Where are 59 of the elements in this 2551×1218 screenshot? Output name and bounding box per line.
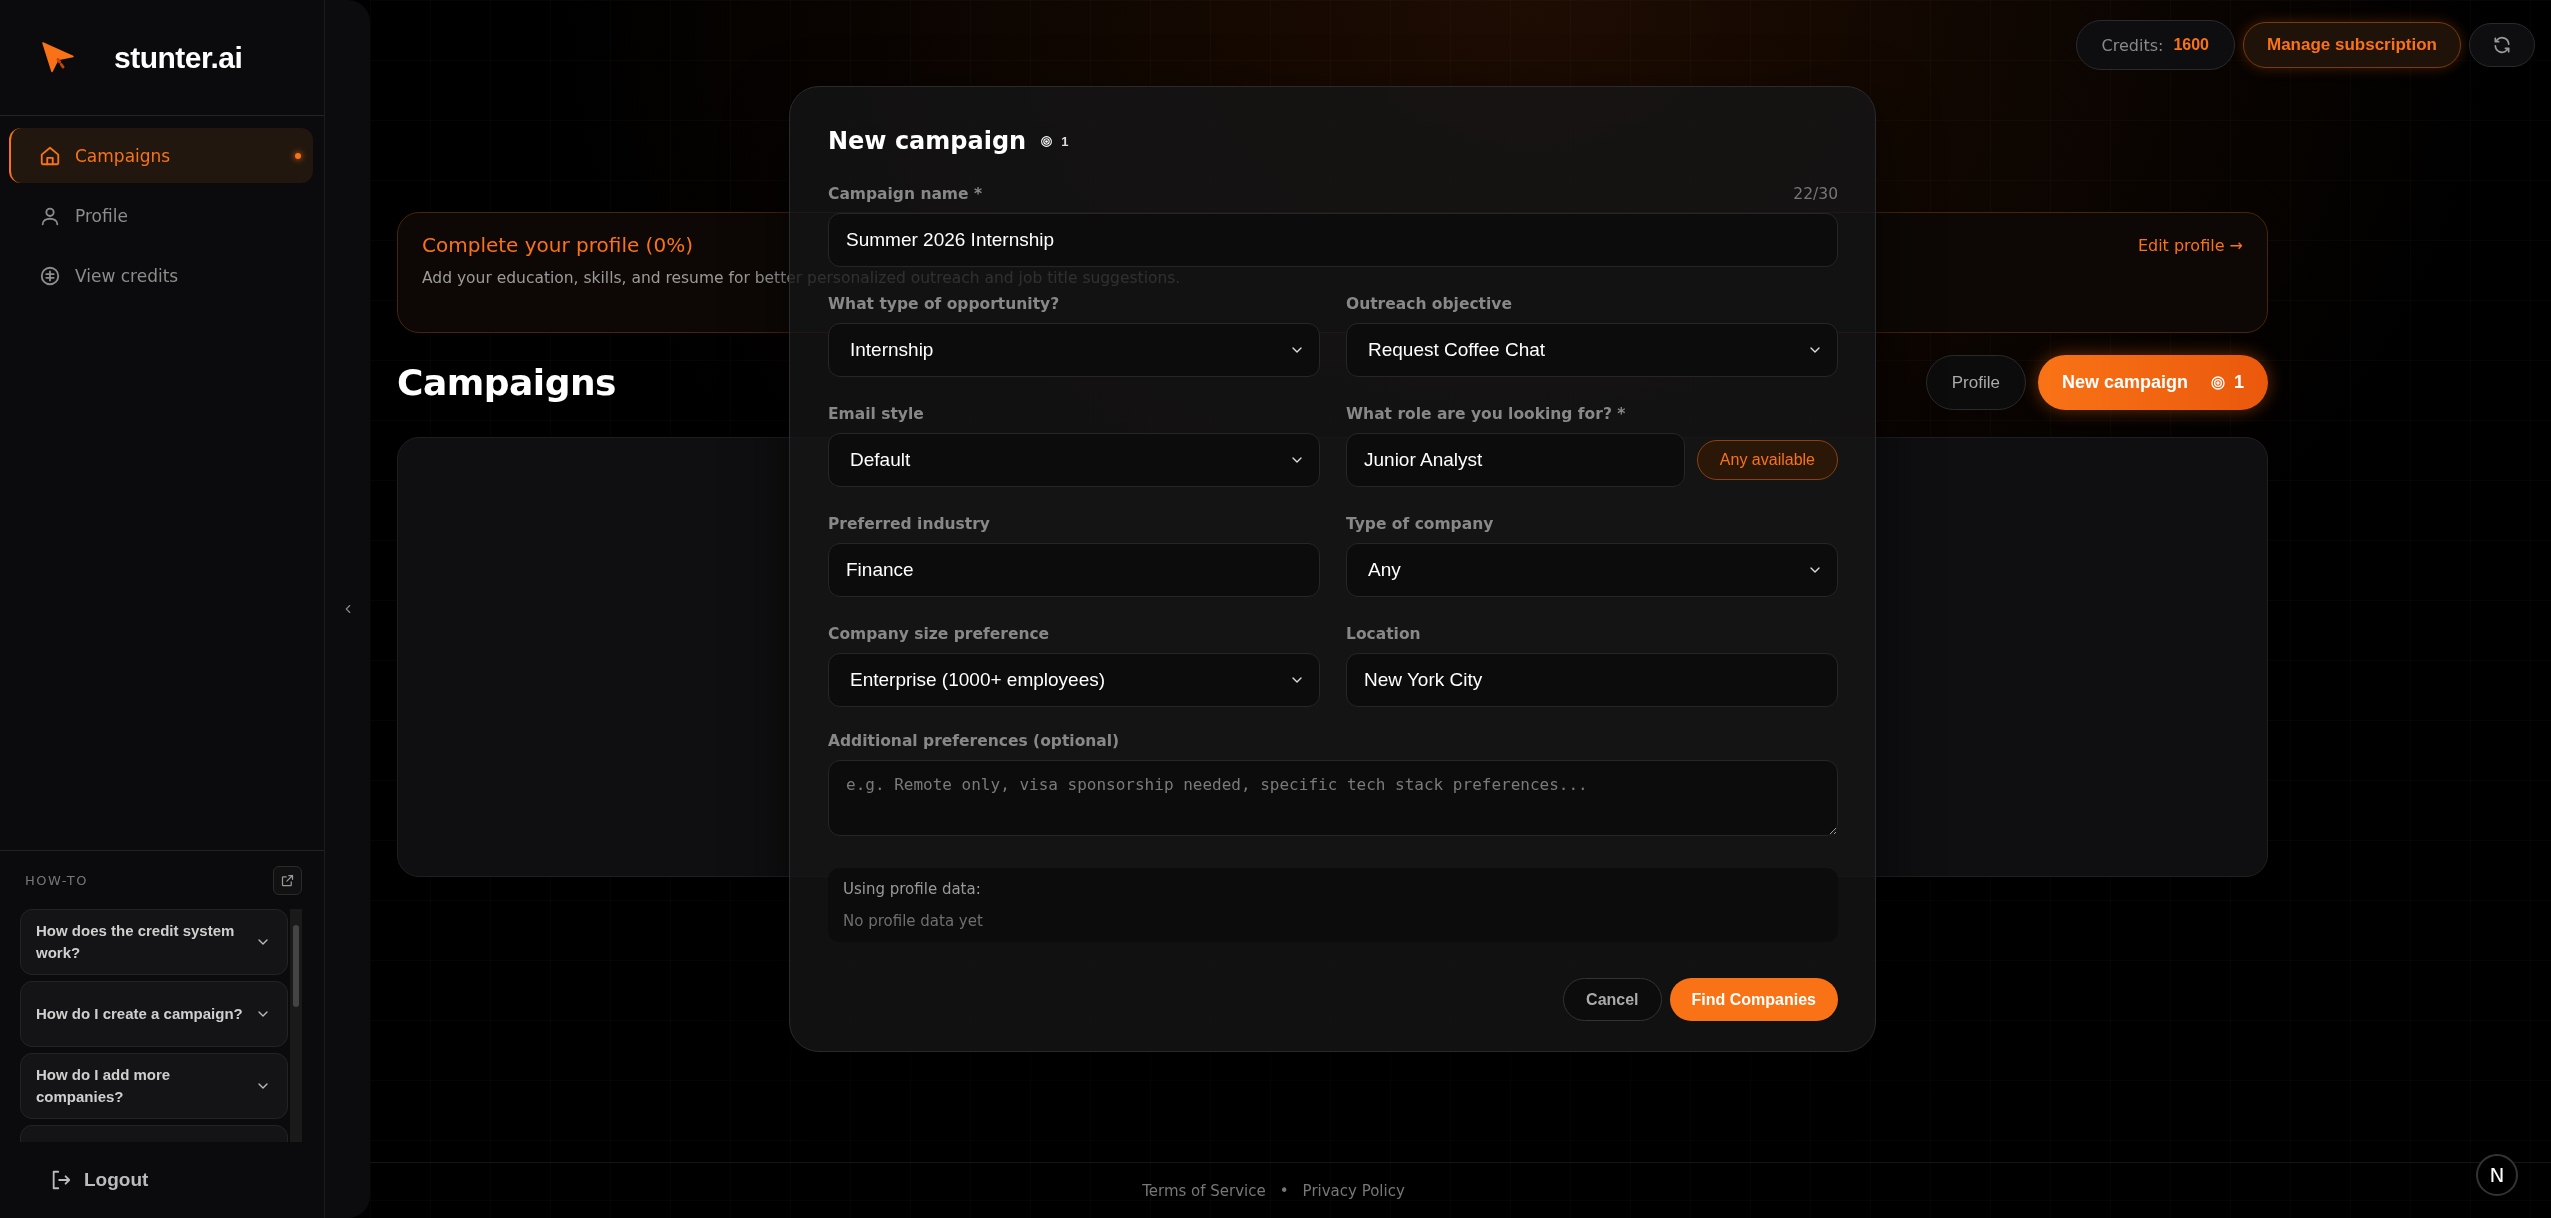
- field-label: Additional preferences (optional): [828, 732, 1120, 750]
- modal-title: New campaign: [828, 127, 1027, 155]
- section-title: HOW-TO: [24, 872, 88, 888]
- credits-value: 1600: [2173, 36, 2209, 54]
- faq-item[interactable]: How does the credit system work?: [20, 909, 288, 975]
- any-available-button[interactable]: Any available: [1696, 440, 1838, 480]
- field-label: Preferred industry: [828, 515, 990, 533]
- footer-link[interactable]: Terms of Service: [1142, 1181, 1266, 1200]
- text-field[interactable]: New York City: [1346, 653, 1838, 707]
- field-label: What type of opportunity?: [828, 295, 1060, 313]
- credits-label: Credits:: [2101, 35, 2164, 55]
- nav-item[interactable]: Profile: [9, 188, 313, 243]
- active-dot: [295, 152, 301, 159]
- separator-dot: •: [1279, 1181, 1289, 1200]
- field-label: Outreach objective: [1346, 295, 1512, 313]
- manage-subscription-button[interactable]: Manage subscription: [2242, 22, 2461, 68]
- nav-item[interactable]: Campaigns: [9, 128, 313, 183]
- refresh-icon: [2492, 35, 2512, 55]
- brand-name: stunter.ai: [114, 40, 243, 75]
- field-label: What role are you looking for? *: [1346, 405, 1626, 423]
- edit-profile-link[interactable]: Edit profile →: [2137, 235, 2243, 255]
- coin-icon: [39, 264, 61, 287]
- character-counter: 22/30: [1793, 185, 1838, 203]
- select-field[interactable]: Enterprise (1000+ employees): [828, 653, 1320, 707]
- nav-item[interactable]: View credits: [9, 248, 313, 303]
- target-icon: [1040, 134, 1054, 148]
- cost-value: 1: [1061, 133, 1069, 149]
- profile-button[interactable]: Profile: [1925, 355, 2026, 410]
- faq-item[interactable]: How do I create a campaign?: [20, 981, 288, 1047]
- cost-value: 1: [2234, 372, 2244, 393]
- text-area[interactable]: e.g. Remote only, visa sponsorship needed, specific tech stack preferences...: [828, 760, 1838, 836]
- scrollbar[interactable]: [290, 909, 302, 1142]
- cancel-button[interactable]: Cancel: [1563, 978, 1662, 1021]
- field-label: Campaign name *: [828, 185, 983, 203]
- open-external-button[interactable]: [273, 865, 302, 895]
- logout-icon: [50, 1169, 72, 1191]
- select-field[interactable]: Default: [828, 433, 1320, 487]
- page-title: Campaigns: [397, 362, 616, 403]
- panel-title: Using profile data:: [843, 880, 982, 898]
- external-link-icon: [280, 872, 295, 888]
- field-label: Email style: [828, 405, 924, 423]
- text-field[interactable]: Junior Analyst: [1346, 433, 1685, 487]
- target-icon: [2210, 374, 2226, 391]
- field-label: Company size preference: [828, 625, 1050, 643]
- text-field[interactable]: Finance: [828, 543, 1320, 597]
- select-field[interactable]: Internship: [828, 323, 1320, 377]
- logout-button[interactable]: Logout: [50, 1169, 149, 1191]
- banner-title: Complete your profile (0%): [422, 233, 693, 257]
- footer-link[interactable]: Privacy Policy: [1302, 1181, 1405, 1200]
- field-label: Type of company: [1346, 515, 1494, 533]
- home-icon: [39, 144, 61, 167]
- select-field[interactable]: Request Coffee Chat: [1346, 323, 1838, 377]
- panel-text: No profile data yet: [843, 912, 984, 930]
- text-field[interactable]: Summer 2026 Internship: [828, 213, 1838, 267]
- dev-tools-badge[interactable]: N: [2476, 1154, 2518, 1196]
- select-field[interactable]: Any: [1346, 543, 1838, 597]
- faq-item[interactable]: How do I add more companies?: [20, 1053, 288, 1119]
- field-label: Location: [1346, 625, 1421, 643]
- refresh-button[interactable]: [2469, 23, 2535, 67]
